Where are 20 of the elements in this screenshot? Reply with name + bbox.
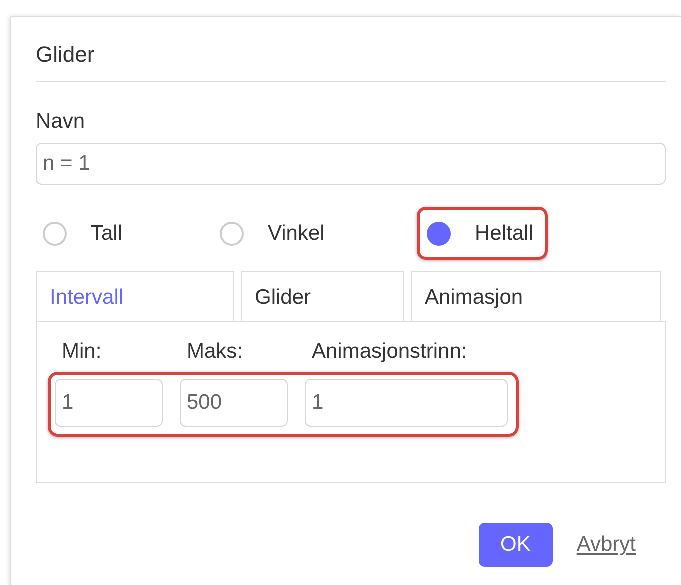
tab[interactable]: Intervall [36, 270, 234, 321]
tab[interactable]: Glider [241, 270, 404, 321]
field-label: Maks: [187, 339, 244, 365]
ok-button[interactable]: OK [478, 523, 553, 567]
cancel-link[interactable]: Avbryt [576, 529, 636, 561]
radio-selected-icon [427, 222, 451, 246]
number-field[interactable]: 1 [55, 378, 163, 426]
radio-option[interactable]: Heltall [417, 206, 548, 260]
name-field[interactable]: n = 1 [36, 142, 666, 184]
radio-icon [220, 222, 244, 246]
radio-option[interactable]: Tall [33, 206, 213, 260]
tab[interactable]: Animasjon [411, 270, 661, 321]
radio-icon [43, 222, 67, 246]
field-label: Min: [62, 339, 103, 365]
field-label: Animasjonstrinn: [312, 339, 468, 365]
number-field[interactable]: 1 [305, 378, 508, 426]
number-field[interactable]: 500 [180, 378, 288, 426]
dialog-title: Glider [36, 44, 666, 82]
radio-option[interactable]: Vinkel [210, 206, 420, 260]
field-label: Navn [36, 109, 86, 135]
